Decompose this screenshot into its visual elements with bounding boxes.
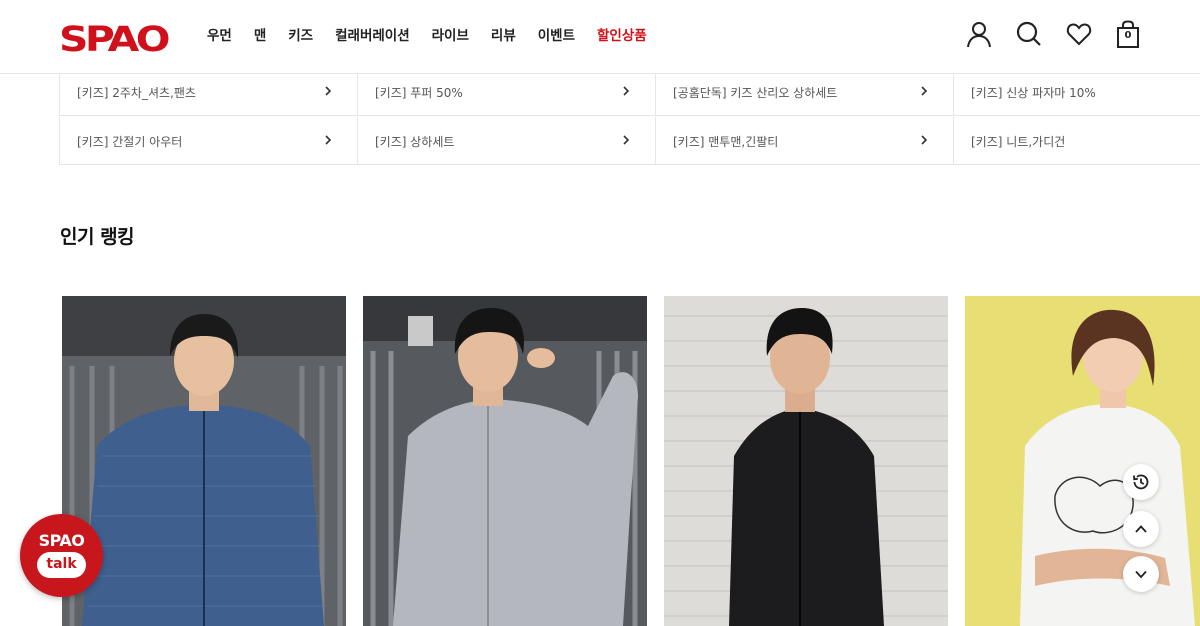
nav-item-sale[interactable]: 할인상품 xyxy=(597,26,647,46)
user-icon[interactable] xyxy=(966,20,992,48)
product-image xyxy=(62,296,346,626)
nav-item-live[interactable]: 라이브 xyxy=(432,26,469,46)
chevron-right-icon xyxy=(623,135,630,145)
nav-item-kids[interactable]: 키즈 xyxy=(288,26,313,46)
header-icons: 0 xyxy=(966,20,1142,48)
product-carousel xyxy=(62,296,1200,626)
category-item[interactable]: [키즈] 니트,가디건 xyxy=(953,117,1200,165)
chevron-right-icon xyxy=(623,86,630,96)
category-label: [키즈] 맨투맨,긴팔티 xyxy=(673,135,779,149)
spao-talk-button[interactable]: SPAO talk xyxy=(20,514,103,597)
arrow-up-icon xyxy=(1135,525,1147,533)
category-label: [공홈단독] 키즈 산리오 상하세트 xyxy=(673,86,838,100)
product-card[interactable] xyxy=(664,296,948,626)
category-grid: [키즈] 2주차_셔츠,팬츠 [키즈] 푸퍼 50% [공홈단독] 키즈 산리오… xyxy=(59,68,1200,165)
cart-count: 0 xyxy=(1124,30,1132,41)
product-image xyxy=(965,296,1200,626)
spao-talk-brand: SPAO xyxy=(38,531,85,550)
chevron-right-icon xyxy=(921,86,928,96)
product-card[interactable] xyxy=(363,296,647,626)
category-label: [키즈] 푸퍼 50% xyxy=(375,86,463,100)
section-title-popular-ranking: 인기 랭킹 xyxy=(60,226,135,248)
chevron-right-icon xyxy=(325,86,332,96)
heart-icon[interactable] xyxy=(1066,20,1092,48)
category-item[interactable]: [공홈단독] 키즈 산리오 상하세트 xyxy=(655,68,953,116)
scroll-bottom-button[interactable] xyxy=(1123,556,1159,592)
shopping-bag-icon[interactable]: 0 xyxy=(1116,20,1142,48)
nav-item-collaboration[interactable]: 컬래버레이션 xyxy=(335,26,410,46)
chevron-right-icon xyxy=(921,135,928,145)
product-image xyxy=(664,296,948,626)
product-card[interactable] xyxy=(62,296,346,626)
chevron-right-icon xyxy=(325,135,332,145)
category-label: [키즈] 간절기 아우터 xyxy=(77,135,183,149)
product-image xyxy=(363,296,647,626)
category-label: [키즈] 2주차_셔츠,팬츠 xyxy=(77,86,196,100)
category-item[interactable]: [키즈] 2주차_셔츠,팬츠 xyxy=(59,68,357,116)
main-nav: 우먼 맨 키즈 컬래버레이션 라이브 리뷰 이벤트 할인상품 xyxy=(207,26,669,46)
site-header: SPAO 우먼 맨 키즈 컬래버레이션 라이브 리뷰 이벤트 할인상품 0 xyxy=(0,0,1200,74)
spao-talk-label: talk xyxy=(37,552,86,578)
category-item[interactable]: [키즈] 신상 파자마 10% xyxy=(953,68,1200,116)
logo-text: SPAO xyxy=(59,20,168,54)
history-icon xyxy=(1133,474,1149,490)
nav-item-women[interactable]: 우먼 xyxy=(207,26,232,46)
category-label: [키즈] 니트,가디건 xyxy=(971,135,1066,149)
category-label: [키즈] 상하세트 xyxy=(375,135,455,149)
scroll-top-button[interactable] xyxy=(1123,511,1159,547)
category-item[interactable]: [키즈] 상하세트 xyxy=(357,117,655,165)
category-item[interactable]: [키즈] 푸퍼 50% xyxy=(357,68,655,116)
category-item[interactable]: [키즈] 맨투맨,긴팔티 xyxy=(655,117,953,165)
category-label: [키즈] 신상 파자마 10% xyxy=(971,86,1096,100)
product-card[interactable] xyxy=(965,296,1200,626)
nav-item-men[interactable]: 맨 xyxy=(254,26,266,46)
arrow-down-icon xyxy=(1135,570,1147,579)
spao-logo[interactable]: SPAO xyxy=(59,20,171,60)
nav-item-review[interactable]: 리뷰 xyxy=(491,26,516,46)
history-button[interactable] xyxy=(1123,464,1159,500)
nav-item-event[interactable]: 이벤트 xyxy=(538,26,575,46)
search-icon[interactable] xyxy=(1016,20,1042,48)
category-item[interactable]: [키즈] 간절기 아우터 xyxy=(59,117,357,165)
